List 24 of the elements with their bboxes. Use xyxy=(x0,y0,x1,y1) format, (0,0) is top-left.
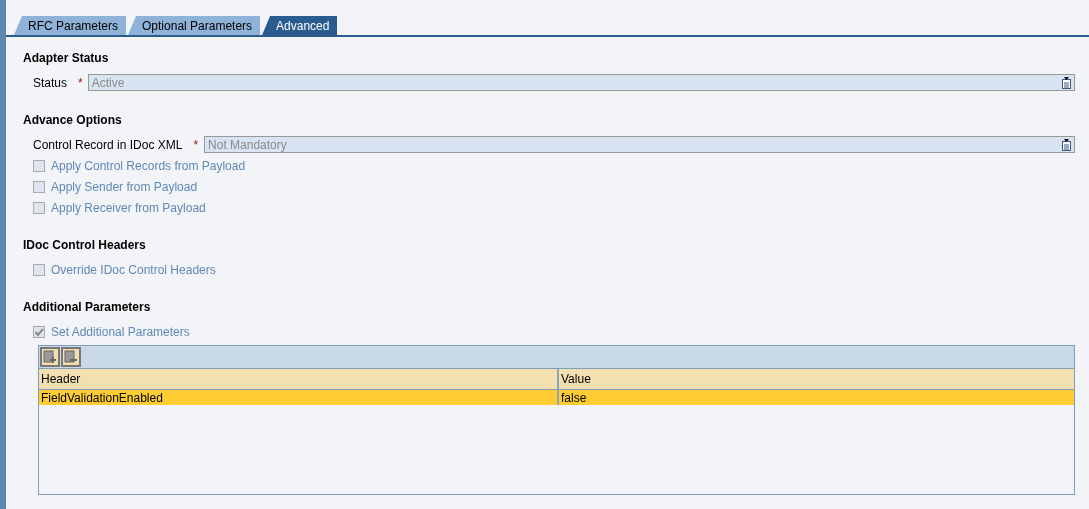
required-marker: * xyxy=(78,75,83,90)
table-cell: FieldValidationEnabled xyxy=(39,390,559,405)
list-icon xyxy=(1062,138,1071,151)
tab[interactable]: RFC Parameters xyxy=(14,16,127,35)
checkbox-label: Apply Sender from Payload xyxy=(51,179,198,194)
field-label: Control Record in IDoc XML xyxy=(33,137,183,152)
section-title: IDoc Control Headers xyxy=(23,238,147,252)
remove-row-button[interactable] xyxy=(61,347,81,367)
section-title: Additional Parameters xyxy=(23,300,152,314)
checkbox-label: Apply Control Records from Payload xyxy=(51,158,246,173)
table-cell-text: false xyxy=(560,390,588,405)
checkbox-label: Set Additional Parameters xyxy=(51,324,190,339)
tab[interactable]: Optional Parameters xyxy=(128,16,261,35)
checkbox-label: Apply Receiver from Payload xyxy=(51,200,206,215)
list-icon xyxy=(1062,76,1071,89)
column-header: Value xyxy=(560,371,592,388)
required-marker: * xyxy=(193,137,199,152)
table-row[interactable]: FieldValidationEnabled false xyxy=(39,390,1074,405)
add-row-button[interactable] xyxy=(40,347,60,367)
section-title: Advance Options xyxy=(23,113,123,127)
tab[interactable]: Advanced xyxy=(262,16,338,35)
section-title: Adapter Status xyxy=(23,51,110,65)
field-label: Status xyxy=(33,75,68,90)
checkbox-label: Override IDoc Control Headers xyxy=(51,262,216,277)
